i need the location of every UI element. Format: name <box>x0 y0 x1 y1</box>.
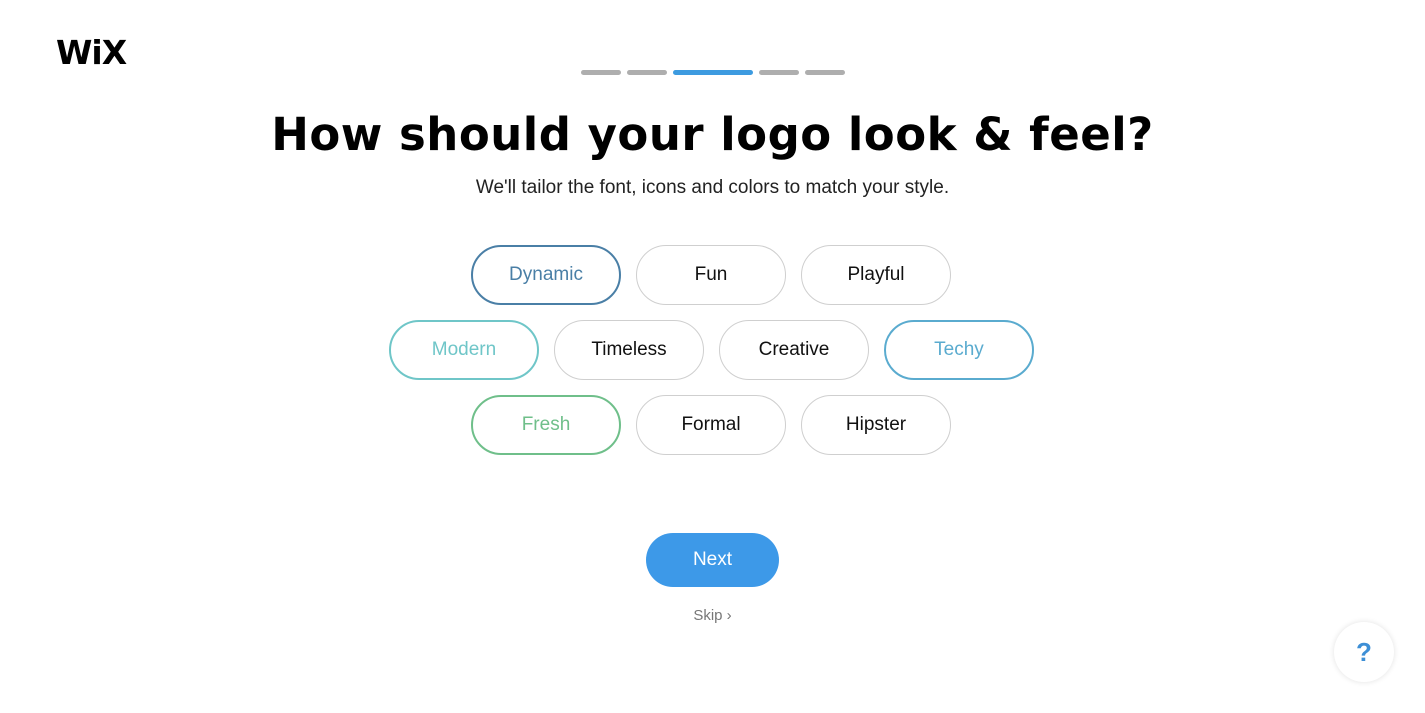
progress-step-2 <box>627 70 667 75</box>
style-option-label: Dynamic <box>509 264 583 285</box>
help-button[interactable]: ? <box>1334 622 1394 682</box>
wix-logo[interactable]: WiX <box>56 36 127 69</box>
style-option-label: Hipster <box>845 414 907 435</box>
style-option-playful[interactable]: Playful <box>801 245 951 305</box>
style-option-formal[interactable]: Formal <box>636 395 786 455</box>
chevron-right-icon: › <box>726 607 732 624</box>
skip-link[interactable]: Skip › <box>693 607 731 624</box>
style-option-modern[interactable]: Modern <box>389 320 539 380</box>
style-option-label: Modern <box>431 339 497 360</box>
style-option-techy[interactable]: Techy <box>884 320 1034 380</box>
style-option-hipster[interactable]: Hipster <box>801 395 951 455</box>
page-title: How should your logo look & feel? <box>271 108 1154 161</box>
style-option-label: Creative <box>758 339 830 360</box>
style-option-label: Timeless <box>591 339 667 360</box>
style-option-creative[interactable]: Creative <box>719 320 869 380</box>
style-option-label: Playful <box>847 264 905 285</box>
style-option-timeless[interactable]: Timeless <box>554 320 704 380</box>
style-option-dynamic[interactable]: Dynamic <box>471 245 621 305</box>
progress-step-1 <box>581 70 621 75</box>
progress-step-5 <box>805 70 845 75</box>
page-subtitle: We'll tailor the font, icons and colors … <box>475 177 950 198</box>
style-option-label: Formal <box>681 414 741 435</box>
style-option-label: Fun <box>694 264 728 285</box>
progress-step-4 <box>759 70 799 75</box>
style-option-fresh[interactable]: Fresh <box>471 395 621 455</box>
question-icon: ? <box>1356 636 1372 667</box>
style-option-fun[interactable]: Fun <box>636 245 786 305</box>
skip-label: Skip <box>693 607 723 624</box>
progress-step-3-current <box>673 70 753 75</box>
progress-indicator <box>581 70 845 75</box>
style-option-label: Techy <box>934 339 984 360</box>
style-option-label: Fresh <box>521 414 571 435</box>
next-button[interactable]: Next <box>646 533 779 587</box>
logo-style-page: WiX How should your logo look & feel? We… <box>0 0 1425 713</box>
skip-link-row: Skip › <box>0 607 1425 624</box>
